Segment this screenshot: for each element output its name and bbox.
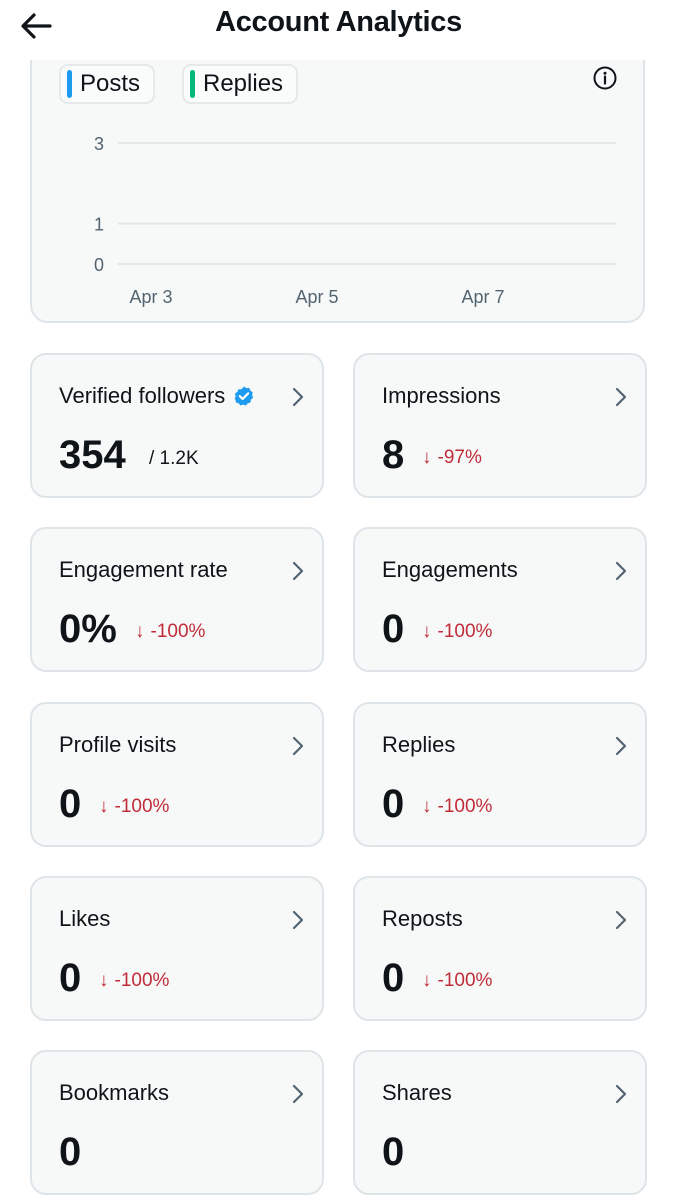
chevron-right-icon [615, 1084, 627, 1104]
metric-label: Bookmarks [59, 1080, 169, 1106]
chevron-right-icon [292, 387, 304, 407]
chevron-right-icon [615, 910, 627, 930]
y-tick-label: 0 [94, 255, 104, 275]
metric-change: ↓ -97% [422, 447, 482, 469]
arrow-down-icon: ↓ [422, 621, 432, 642]
metric-value: 0 [382, 956, 405, 1000]
chevron-right-icon [292, 736, 304, 756]
chevron-right-icon [615, 387, 627, 407]
y-tick-label: 3 [94, 134, 104, 154]
arrow-down-icon: ↓ [422, 447, 432, 468]
page-title: Account Analytics [215, 6, 462, 38]
metric-label: Shares [382, 1080, 452, 1106]
metric-label-text: Engagements [382, 557, 518, 582]
metric-change: ↓ -100% [135, 621, 205, 643]
metric-value: 0 [59, 956, 82, 1000]
metric-change: ↓ -100% [422, 970, 492, 992]
metric-value: 0 [382, 1130, 405, 1174]
chart-card: Posts Replies 0 1 3 Apr 3 Apr 5 Apr 7 [30, 30, 645, 323]
metric-label: Impressions [382, 383, 501, 409]
arrow-down-icon: ↓ [135, 621, 145, 642]
arrow-down-icon: ↓ [99, 796, 109, 817]
metric-label-text: Reposts [382, 906, 463, 931]
metric-label-text: Impressions [382, 383, 501, 408]
metric-change-value: -97% [437, 447, 482, 468]
metric-value: 0 [382, 607, 405, 651]
metric-change-value: -100% [437, 970, 493, 991]
y-tick-label: 1 [94, 215, 104, 235]
metric-card-replies[interactable]: Replies 0 ↓ -100% [353, 702, 647, 847]
metric-change: ↓ -100% [99, 970, 169, 992]
x-tick-label: Apr 7 [461, 287, 504, 307]
metric-value: 354 [59, 433, 126, 477]
chevron-right-icon [615, 561, 627, 581]
chevron-right-icon [292, 561, 304, 581]
metric-card-impressions[interactable]: Impressions 8 ↓ -97% [353, 353, 647, 498]
metric-change-value: -100% [437, 621, 493, 642]
chevron-right-icon [615, 736, 627, 756]
metric-label-text: Profile visits [59, 732, 177, 757]
metric-value: 0 [382, 782, 405, 826]
metric-card-profile-visits[interactable]: Profile visits 0 ↓ -100% [30, 702, 324, 847]
x-tick-label: Apr 3 [129, 287, 172, 307]
verified-badge-icon [234, 386, 254, 406]
metric-label-text: Verified followers [59, 383, 226, 408]
metric-value: 0 [59, 782, 82, 826]
metric-card-reposts[interactable]: Reposts 0 ↓ -100% [353, 876, 647, 1021]
metric-label: Reposts [382, 906, 463, 932]
metric-value: 0% [59, 607, 117, 651]
metric-change: ↓ -100% [422, 621, 492, 643]
metric-change-value: -100% [437, 796, 493, 817]
metric-card-likes[interactable]: Likes 0 ↓ -100% [30, 876, 324, 1021]
metric-change: ↓ -100% [99, 796, 169, 818]
arrow-down-icon: ↓ [422, 970, 432, 991]
metric-card-shares[interactable]: Shares 0 [353, 1050, 647, 1195]
metric-label-text: Bookmarks [59, 1080, 170, 1105]
metric-label: Engagements [382, 557, 518, 583]
metric-card-verified-followers[interactable]: Verified followers 354 / 1.2K [30, 353, 324, 498]
metric-label-text: Shares [382, 1080, 452, 1105]
metric-value: 0 [59, 1130, 82, 1174]
metric-total: / 1.2K [149, 448, 199, 469]
metric-card-engagements[interactable]: Engagements 0 ↓ -100% [353, 527, 647, 672]
top-bar: Account Analytics [0, 0, 677, 60]
metric-value: 8 [382, 433, 405, 477]
chevron-right-icon [292, 910, 304, 930]
line-chart: 0 1 3 Apr 3 Apr 5 Apr 7 [94, 134, 616, 307]
arrow-down-icon: ↓ [99, 970, 109, 991]
metric-label: Verified followers [59, 383, 255, 409]
metric-change-value: -100% [114, 970, 170, 991]
metric-card-bookmarks[interactable]: Bookmarks 0 [30, 1050, 324, 1195]
metric-change-value: -100% [114, 796, 170, 817]
arrow-down-icon: ↓ [422, 796, 432, 817]
metric-label-text: Engagement rate [59, 557, 228, 582]
metric-change: ↓ -100% [422, 796, 492, 818]
metric-label: Replies [382, 732, 455, 758]
metric-label: Profile visits [59, 732, 176, 758]
metric-change-value: -100% [150, 621, 206, 642]
chevron-right-icon [292, 1084, 304, 1104]
metric-label: Likes [59, 906, 110, 932]
x-tick-label: Apr 5 [295, 287, 338, 307]
metric-card-engagement-rate[interactable]: Engagement rate 0% ↓ -100% [30, 527, 324, 672]
metric-label-text: Replies [382, 732, 456, 757]
metric-label: Engagement rate [59, 557, 228, 583]
metric-label-text: Likes [59, 906, 111, 931]
